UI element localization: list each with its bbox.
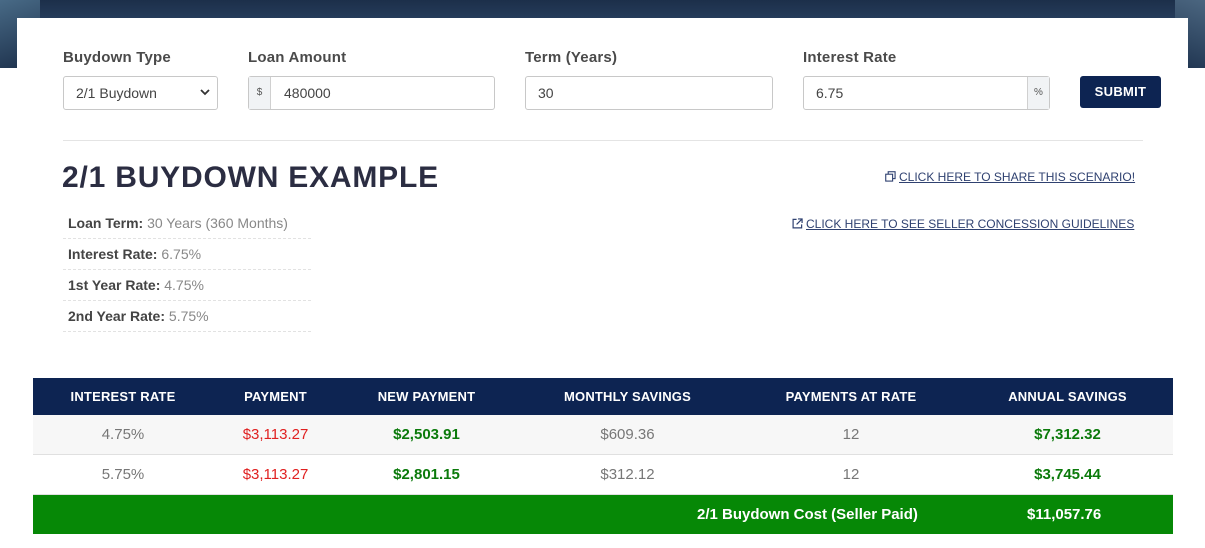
cell-annual-savings: $7,312.32 [1034,426,1101,443]
detail-first-year-rate: 1st Year Rate: 4.75% [63,270,311,301]
cell-payments-at-rate: 12 [842,466,860,483]
cell-monthly-savings: $609.36 [600,426,655,443]
detail-interest-rate: Interest Rate: 6.75% [63,239,311,270]
table-header: INTEREST RATE PAYMENT NEW PAYMENT MONTHL… [33,378,1173,415]
share-scenario-link[interactable]: CLICK HERE TO SHARE THIS SCENARIO! [885,170,1135,184]
seller-concession-link[interactable]: CLICK HERE TO SEE SELLER CONCESSION GUID… [792,217,1134,231]
loan-details-list: Loan Term: 30 Years (360 Months) Interes… [63,208,311,332]
detail-second-year-rate: 2nd Year Rate: 5.75% [63,301,311,332]
loan-amount-label: Loan Amount [248,49,347,66]
cell-payment: $3,113.27 [242,426,309,443]
cell-annual-savings: $3,745.44 [1034,466,1101,483]
cell-payment: $3,113.27 [242,466,309,483]
seller-concession-text: CLICK HERE TO SEE SELLER CONCESSION GUID… [806,217,1135,231]
loan-amount-field[interactable]: $ 480000 [248,76,495,110]
total-cost-label: 2/1 Buydown Cost (Seller Paid) [697,506,918,523]
column-header: PAYMENT [244,389,307,404]
detail-value: 30 Years (360 Months) [147,215,288,231]
submit-button[interactable]: SUBMIT [1080,76,1161,108]
buydown-table: INTEREST RATE PAYMENT NEW PAYMENT MONTHL… [33,378,1173,534]
detail-value: 5.75% [168,308,209,324]
buydown-type-value: 2/1 Buydown [76,85,157,101]
external-link-icon [792,218,803,229]
cell-new-payment: $2,503.91 [393,426,460,443]
cell-new-payment: $2,801.15 [393,466,460,483]
percent-suffix: % [1027,77,1049,109]
detail-label: Interest Rate: [68,246,158,262]
loan-amount-value: 480000 [284,85,331,101]
dollar-prefix: $ [249,77,271,109]
detail-loan-term: Loan Term: 30 Years (360 Months) [63,208,311,239]
share-scenario-text: CLICK HERE TO SHARE THIS SCENARIO! [899,170,1136,184]
detail-value: 6.75% [161,246,202,262]
interest-rate-field[interactable]: 6.75 % [803,76,1050,110]
column-header: MONTHLY SAVINGS [563,389,691,404]
divider [63,140,1143,141]
calculator-card: Buydown Type Loan Amount Term (Years) In… [17,18,1188,548]
buydown-type-select[interactable]: 2/1 Buydown [63,76,218,110]
detail-label: 2nd Year Rate: [68,308,166,324]
copy-icon [885,171,896,182]
buydown-type-label: Buydown Type [63,49,171,66]
detail-label: Loan Term: [68,215,144,231]
total-cost-value: $11,057.76 [1027,506,1102,523]
column-header: INTEREST RATE [70,389,176,404]
chevron-down-icon [199,86,211,101]
table-row: 4.75% $3,113.27 $2,503.91 $609.36 12 $7,… [33,415,1173,455]
term-label: Term (Years) [525,49,618,66]
term-value: 30 [538,85,554,101]
interest-rate-label: Interest Rate [803,49,897,66]
cell-payments-at-rate: 12 [842,426,860,443]
cell-monthly-savings: $312.12 [600,466,655,483]
page-title: 2/1 BUYDOWN EXAMPLE [62,161,439,194]
term-field[interactable]: 30 [525,76,773,110]
detail-label: 1st Year Rate: [68,277,161,293]
column-header: NEW PAYMENT [377,389,476,404]
total-cost-bar: 2/1 Buydown Cost (Seller Paid) $11,057.7… [33,495,1173,534]
interest-rate-value: 6.75 [816,85,844,101]
column-header: PAYMENTS AT RATE [785,389,917,404]
detail-value: 4.75% [164,277,204,293]
cell-interest-rate: 4.75% [101,426,145,443]
table-row: 5.75% $3,113.27 $2,801.15 $312.12 12 $3,… [33,455,1173,495]
column-header: ANNUAL SAVINGS [1008,389,1127,404]
cell-interest-rate: 5.75% [101,466,145,483]
